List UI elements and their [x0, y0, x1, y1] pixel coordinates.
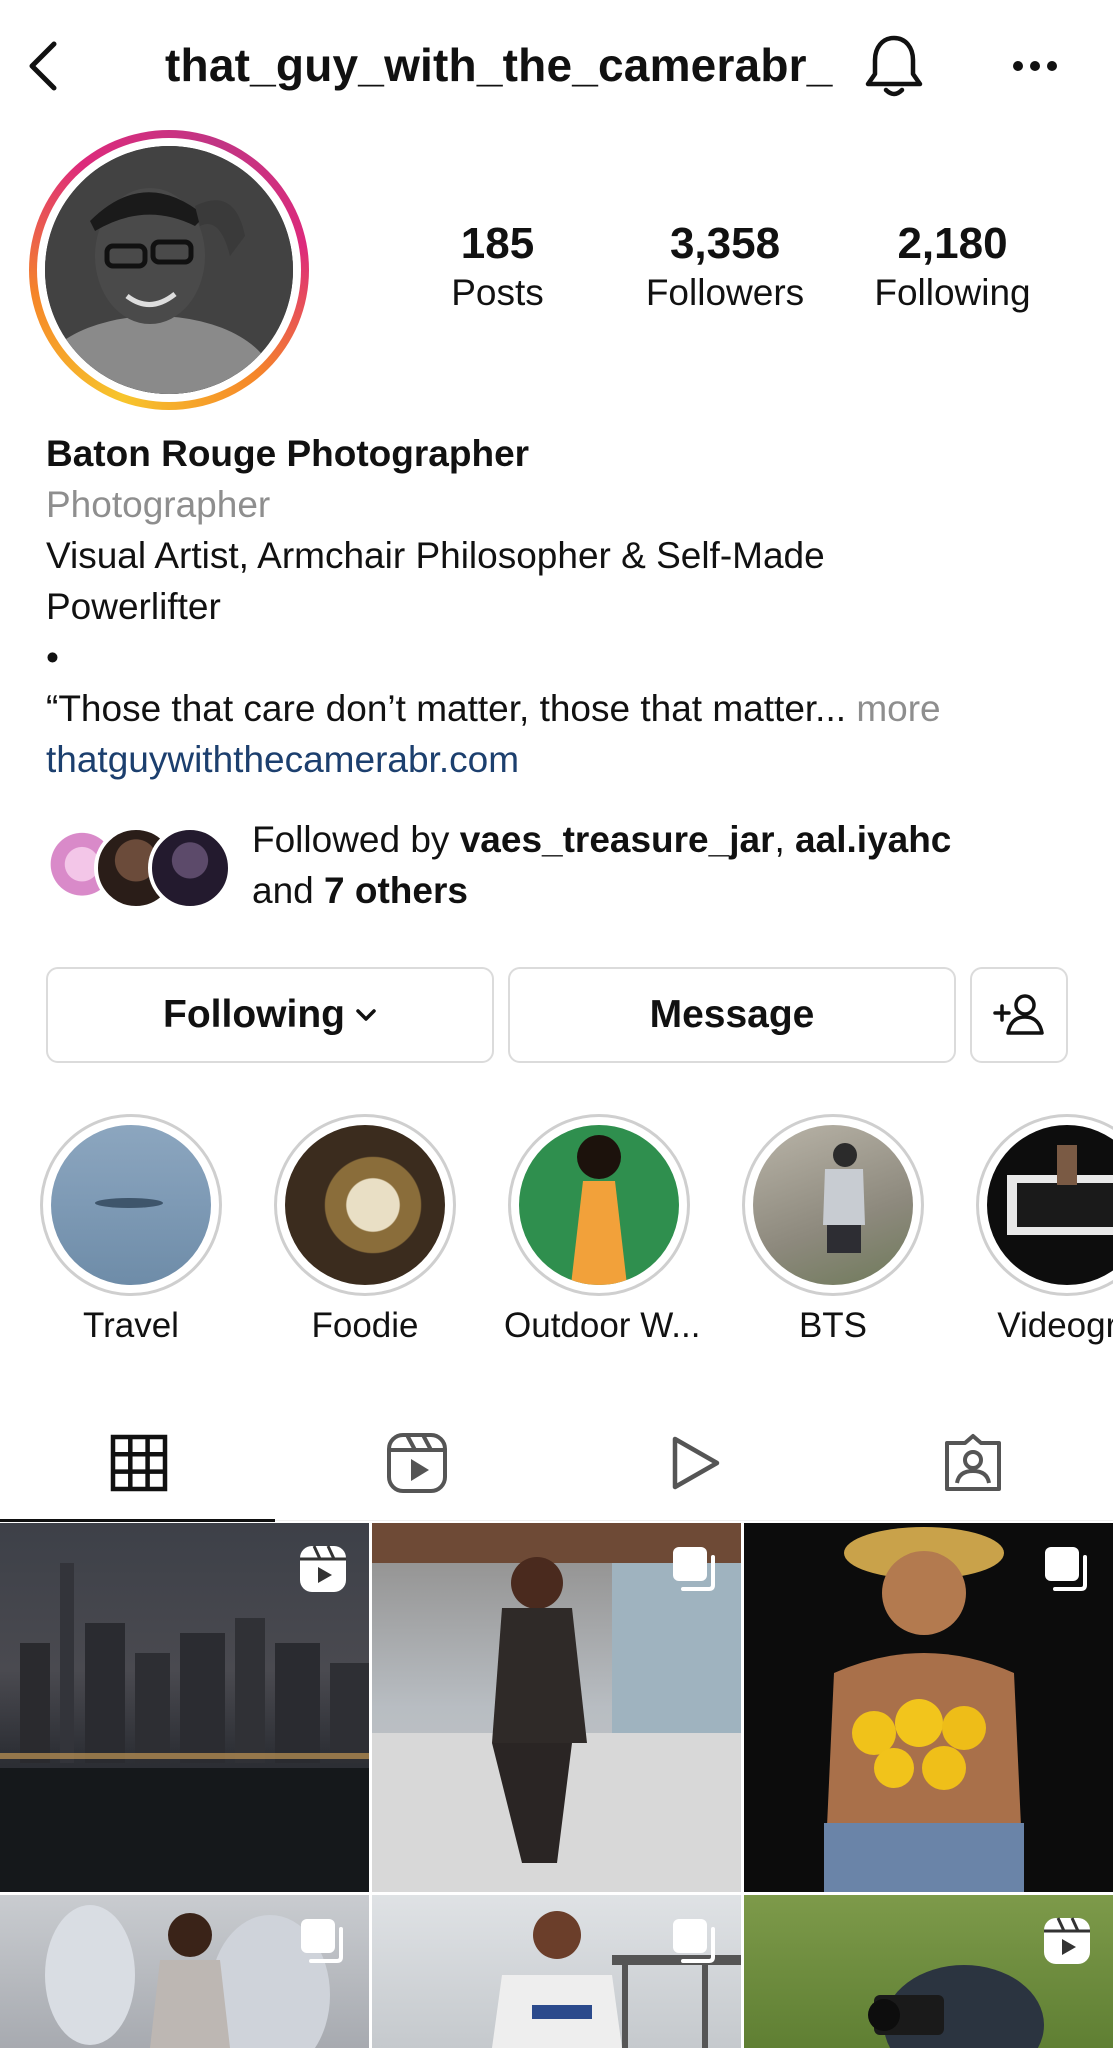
reels-icon: [387, 1433, 447, 1493]
highlight-label: Travel: [83, 1306, 179, 1345]
highlight-label: BTS: [798, 1306, 868, 1345]
followed-by-prefix: Followed by: [252, 819, 460, 860]
suggested-users-button[interactable]: [970, 967, 1068, 1063]
followers-count: 3,358: [669, 219, 781, 268]
bell-icon[interactable]: [862, 32, 926, 102]
followers-label: Followers: [645, 272, 805, 313]
highlight-ring: [274, 1114, 456, 1296]
carousel-indicator-icon: [301, 1919, 343, 1963]
profile-tabs: [0, 1405, 1113, 1522]
highlight-ring: [742, 1114, 924, 1296]
display-name: Baton Rouge Photographer: [46, 433, 530, 474]
reel-indicator-icon: [300, 1545, 346, 1592]
post-tile[interactable]: [0, 1895, 369, 2048]
profile-username: that_guy_with_the_camerabr_: [165, 39, 833, 91]
posts-grid: [0, 1523, 1113, 2048]
profile-avatar: [45, 146, 293, 394]
highlight-label: Videogra: [997, 1306, 1113, 1345]
story-ring[interactable]: [29, 130, 309, 410]
following-button[interactable]: Following: [46, 967, 494, 1063]
carousel-indicator-icon: [1045, 1547, 1087, 1591]
active-tab-indicator: [0, 1519, 275, 1522]
highlight-ring: [40, 1114, 222, 1296]
highlight-cover-bts: [753, 1125, 913, 1285]
highlight-cover-videography: [987, 1125, 1113, 1285]
highlight-foodie[interactable]: Foodie: [270, 1114, 460, 1346]
back-arrow-icon[interactable]: [22, 36, 62, 96]
highlight-ring: [508, 1114, 690, 1296]
bio-quote-line: “Those that care don’t matter, those tha…: [46, 683, 1076, 734]
tab-posts-grid[interactable]: [0, 1405, 278, 1522]
followed-by-text: Followed by vaes_treasure_jar, aal.iyahc…: [252, 814, 1072, 916]
tab-reels[interactable]: [278, 1405, 556, 1521]
highlight-bts[interactable]: BTS: [738, 1114, 928, 1346]
bio-bullet: •: [46, 637, 59, 678]
posts-stat[interactable]: 185 Posts: [420, 218, 575, 316]
post-tile[interactable]: [0, 1523, 369, 1892]
profile-bio: Baton Rouge Photographer Photographer Vi…: [46, 428, 1076, 785]
mutual-user-2[interactable]: aal.iyahc: [795, 819, 951, 860]
followed-by-sep: ,: [774, 819, 796, 860]
following-stat[interactable]: 2,180 Following: [855, 218, 1050, 316]
highlight-label: Outdoor W...: [504, 1306, 701, 1345]
highlight-outdoor[interactable]: Outdoor W...: [504, 1114, 701, 1346]
more-options-icon[interactable]: [1010, 56, 1060, 76]
tab-videos[interactable]: [556, 1405, 834, 1521]
mutual-avatars: [40, 826, 240, 916]
mutual-user-1[interactable]: vaes_treasure_jar: [460, 819, 775, 860]
reel-indicator-icon: [1044, 1917, 1090, 1964]
carousel-indicator-icon: [673, 1919, 715, 1963]
highlight-label: Foodie: [311, 1306, 419, 1345]
following-button-label: Following: [163, 993, 345, 1036]
chevron-down-icon: [356, 1009, 376, 1021]
add-user-icon: [993, 994, 1044, 1035]
mutual-avatar-3: [148, 826, 232, 910]
top-bar: that_guy_with_the_camerabr_: [0, 0, 1113, 130]
grid-icon: [110, 1434, 168, 1492]
bio-line-1: Visual Artist, Armchair Philosopher & Se…: [46, 535, 825, 576]
message-button-label: Message: [649, 993, 815, 1036]
tab-tagged[interactable]: [834, 1405, 1112, 1521]
highlight-ring: [976, 1114, 1113, 1296]
post-tile[interactable]: [372, 1895, 741, 2048]
post-tile[interactable]: [744, 1895, 1113, 2048]
highlight-cover-travel: [51, 1125, 211, 1285]
post-tile[interactable]: [372, 1523, 741, 1892]
bio-line-2: Powerlifter: [46, 586, 221, 627]
bio-more-link[interactable]: more: [856, 688, 940, 729]
posts-label: Posts: [451, 272, 544, 313]
followed-by-row[interactable]: Followed by vaes_treasure_jar, aal.iyahc…: [40, 814, 1080, 924]
followers-stat[interactable]: 3,358 Followers: [625, 218, 825, 316]
post-tile[interactable]: [744, 1523, 1113, 1892]
posts-count: 185: [460, 219, 535, 268]
category-label: Photographer: [46, 484, 271, 525]
highlight-cover-outdoor: [519, 1125, 679, 1285]
highlight-cover-foodie: [285, 1125, 445, 1285]
website-link[interactable]: thatguywiththecamerabr.com: [46, 734, 1076, 785]
followed-by-and: and: [252, 870, 325, 911]
highlight-travel[interactable]: Travel: [36, 1114, 226, 1346]
mutual-others[interactable]: 7 others: [324, 870, 468, 911]
carousel-indicator-icon: [673, 1547, 715, 1591]
tagged-icon: [945, 1434, 1001, 1491]
message-button[interactable]: Message: [508, 967, 956, 1063]
following-label: Following: [874, 272, 1031, 313]
highlight-videography[interactable]: Videogra: [972, 1114, 1113, 1346]
following-count: 2,180: [897, 219, 1008, 268]
bio-quote: “Those that care don’t matter, those tha…: [46, 688, 847, 729]
play-icon: [672, 1436, 720, 1490]
